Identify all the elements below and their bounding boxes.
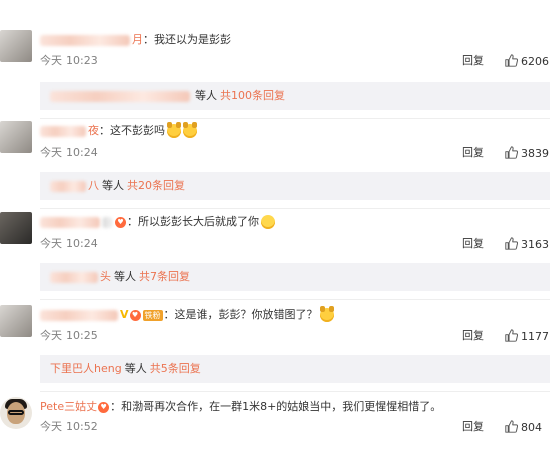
blurred-badge	[102, 216, 112, 228]
reply-button[interactable]: 回复	[462, 146, 484, 160]
sub-replies-box[interactable]: 八等人 共20条回复	[40, 172, 550, 200]
like-button[interactable]: 804	[505, 420, 542, 435]
comment-time: 10:25	[66, 329, 98, 342]
blurred-reply-users	[50, 271, 98, 283]
dog-emoji-icon	[319, 306, 334, 322]
divider	[40, 118, 550, 119]
comment-meta: 今天 10:25	[40, 329, 98, 343]
avatar[interactable]	[0, 305, 32, 337]
like-button[interactable]: 1177	[505, 329, 549, 344]
comment-text: ：和渤哥再次合作，在一群1米8+的姑娘当中，我们更惺惺相惜了。	[110, 400, 442, 413]
reply-button[interactable]: 回复	[462, 54, 484, 68]
sub-reply-count[interactable]: 共5条回复	[150, 362, 201, 375]
comment-text: ：这不彭彭吗	[99, 124, 165, 137]
thumbs-up-icon	[505, 146, 519, 159]
comment-text: ：所以彭彭长大后就成了你	[127, 215, 259, 228]
avatar[interactable]	[0, 397, 32, 429]
like-count: 1177	[521, 330, 549, 343]
sub-reply-user[interactable]: 八	[88, 179, 99, 192]
thumbs-up-icon	[505, 329, 519, 342]
comment-time: 10:23	[66, 54, 98, 67]
blurred-username	[40, 125, 86, 137]
comment-date: 今天	[40, 237, 62, 250]
sub-replies-box[interactable]: 头等人 共7条回复	[40, 263, 550, 291]
sub-reply-etc: 等人	[114, 270, 136, 283]
like-button[interactable]: 6206	[505, 54, 549, 69]
like-button[interactable]: 3163	[505, 237, 549, 252]
sub-reply-user[interactable]: 下里巴人heng	[50, 362, 122, 375]
comment-line: 月：我还以为是彭彭	[40, 32, 231, 48]
comment-date: 今天	[40, 329, 62, 342]
blurred-reply-users	[50, 90, 190, 102]
comment-date: 今天	[40, 146, 62, 159]
comment-meta: 今天 10:52	[40, 420, 98, 434]
username[interactable]: 夜	[88, 124, 99, 137]
sub-reply-etc: 等人	[195, 89, 217, 102]
sub-reply-count[interactable]: 共7条回复	[139, 270, 190, 283]
comment-meta: 今天 10:24	[40, 237, 98, 251]
divider	[40, 391, 550, 392]
avatar[interactable]	[0, 121, 32, 153]
comment-date: 今天	[40, 54, 62, 67]
like-count: 804	[521, 421, 542, 434]
sub-replies-box[interactable]: 下里巴人heng 等人 共5条回复	[40, 355, 550, 383]
dog-emoji-icon	[183, 122, 197, 138]
comment-line: V ♥ 铁粉 ：这是谁，彭彭？你放错图了？	[40, 306, 334, 323]
laughing-emoji-icon	[261, 215, 275, 229]
comment-line: ♥ ：所以彭彭长大后就成了你	[40, 214, 275, 230]
comment-text: ：这是谁，彭彭？你放错图了？	[163, 308, 318, 321]
dog-emoji-icon	[167, 122, 181, 138]
thumbs-up-icon	[505, 420, 519, 433]
like-count: 3163	[521, 238, 549, 251]
sub-reply-count[interactable]: 共100条回复	[220, 89, 285, 102]
fan-heart-icon: ♥	[129, 309, 141, 321]
blurred-username	[40, 216, 100, 228]
username[interactable]: 月	[132, 33, 143, 46]
comment-line: 夜：这不彭彭吗	[40, 122, 197, 139]
like-count: 3839	[521, 147, 549, 160]
blurred-username	[40, 309, 118, 321]
fan-heart-icon: ♥	[98, 401, 110, 413]
divider	[40, 299, 550, 300]
comment-meta: 今天 10:24	[40, 146, 98, 160]
like-count: 6206	[521, 55, 549, 68]
avatar[interactable]	[0, 212, 32, 244]
fan-badge: 铁粉	[142, 309, 163, 321]
avatar[interactable]	[0, 30, 32, 62]
blurred-reply-users	[50, 180, 86, 192]
reply-button[interactable]: 回复	[462, 237, 484, 251]
comment-meta: 今天 10:23	[40, 54, 98, 68]
sub-reply-etc: 等人	[102, 179, 124, 192]
verified-v-icon: V	[120, 308, 129, 321]
sub-reply-etc: 等人	[124, 362, 147, 375]
thumbs-up-icon	[505, 54, 519, 67]
fan-heart-icon: ♥	[115, 216, 126, 228]
like-button[interactable]: 3839	[505, 146, 549, 161]
reply-button[interactable]: 回复	[462, 329, 484, 343]
username[interactable]: Pete三姑丈	[40, 400, 97, 413]
sub-reply-user[interactable]: 头	[100, 270, 111, 283]
sub-replies-box[interactable]: 等人 共100条回复	[40, 82, 550, 110]
thumbs-up-icon	[505, 237, 519, 250]
comment-time: 10:24	[66, 146, 98, 159]
comment-time: 10:24	[66, 237, 98, 250]
comment-date: 今天	[40, 420, 62, 433]
comment-line: Pete三姑丈 ♥ ：和渤哥再次合作，在一群1米8+的姑娘当中，我们更惺惺相惜了。	[40, 399, 441, 415]
reply-button[interactable]: 回复	[462, 420, 484, 434]
divider	[40, 208, 550, 209]
blurred-username	[40, 34, 130, 46]
sub-reply-count[interactable]: 共20条回复	[127, 179, 185, 192]
comment-time: 10:52	[66, 420, 98, 433]
comment-text: ：我还以为是彭彭	[143, 33, 231, 46]
